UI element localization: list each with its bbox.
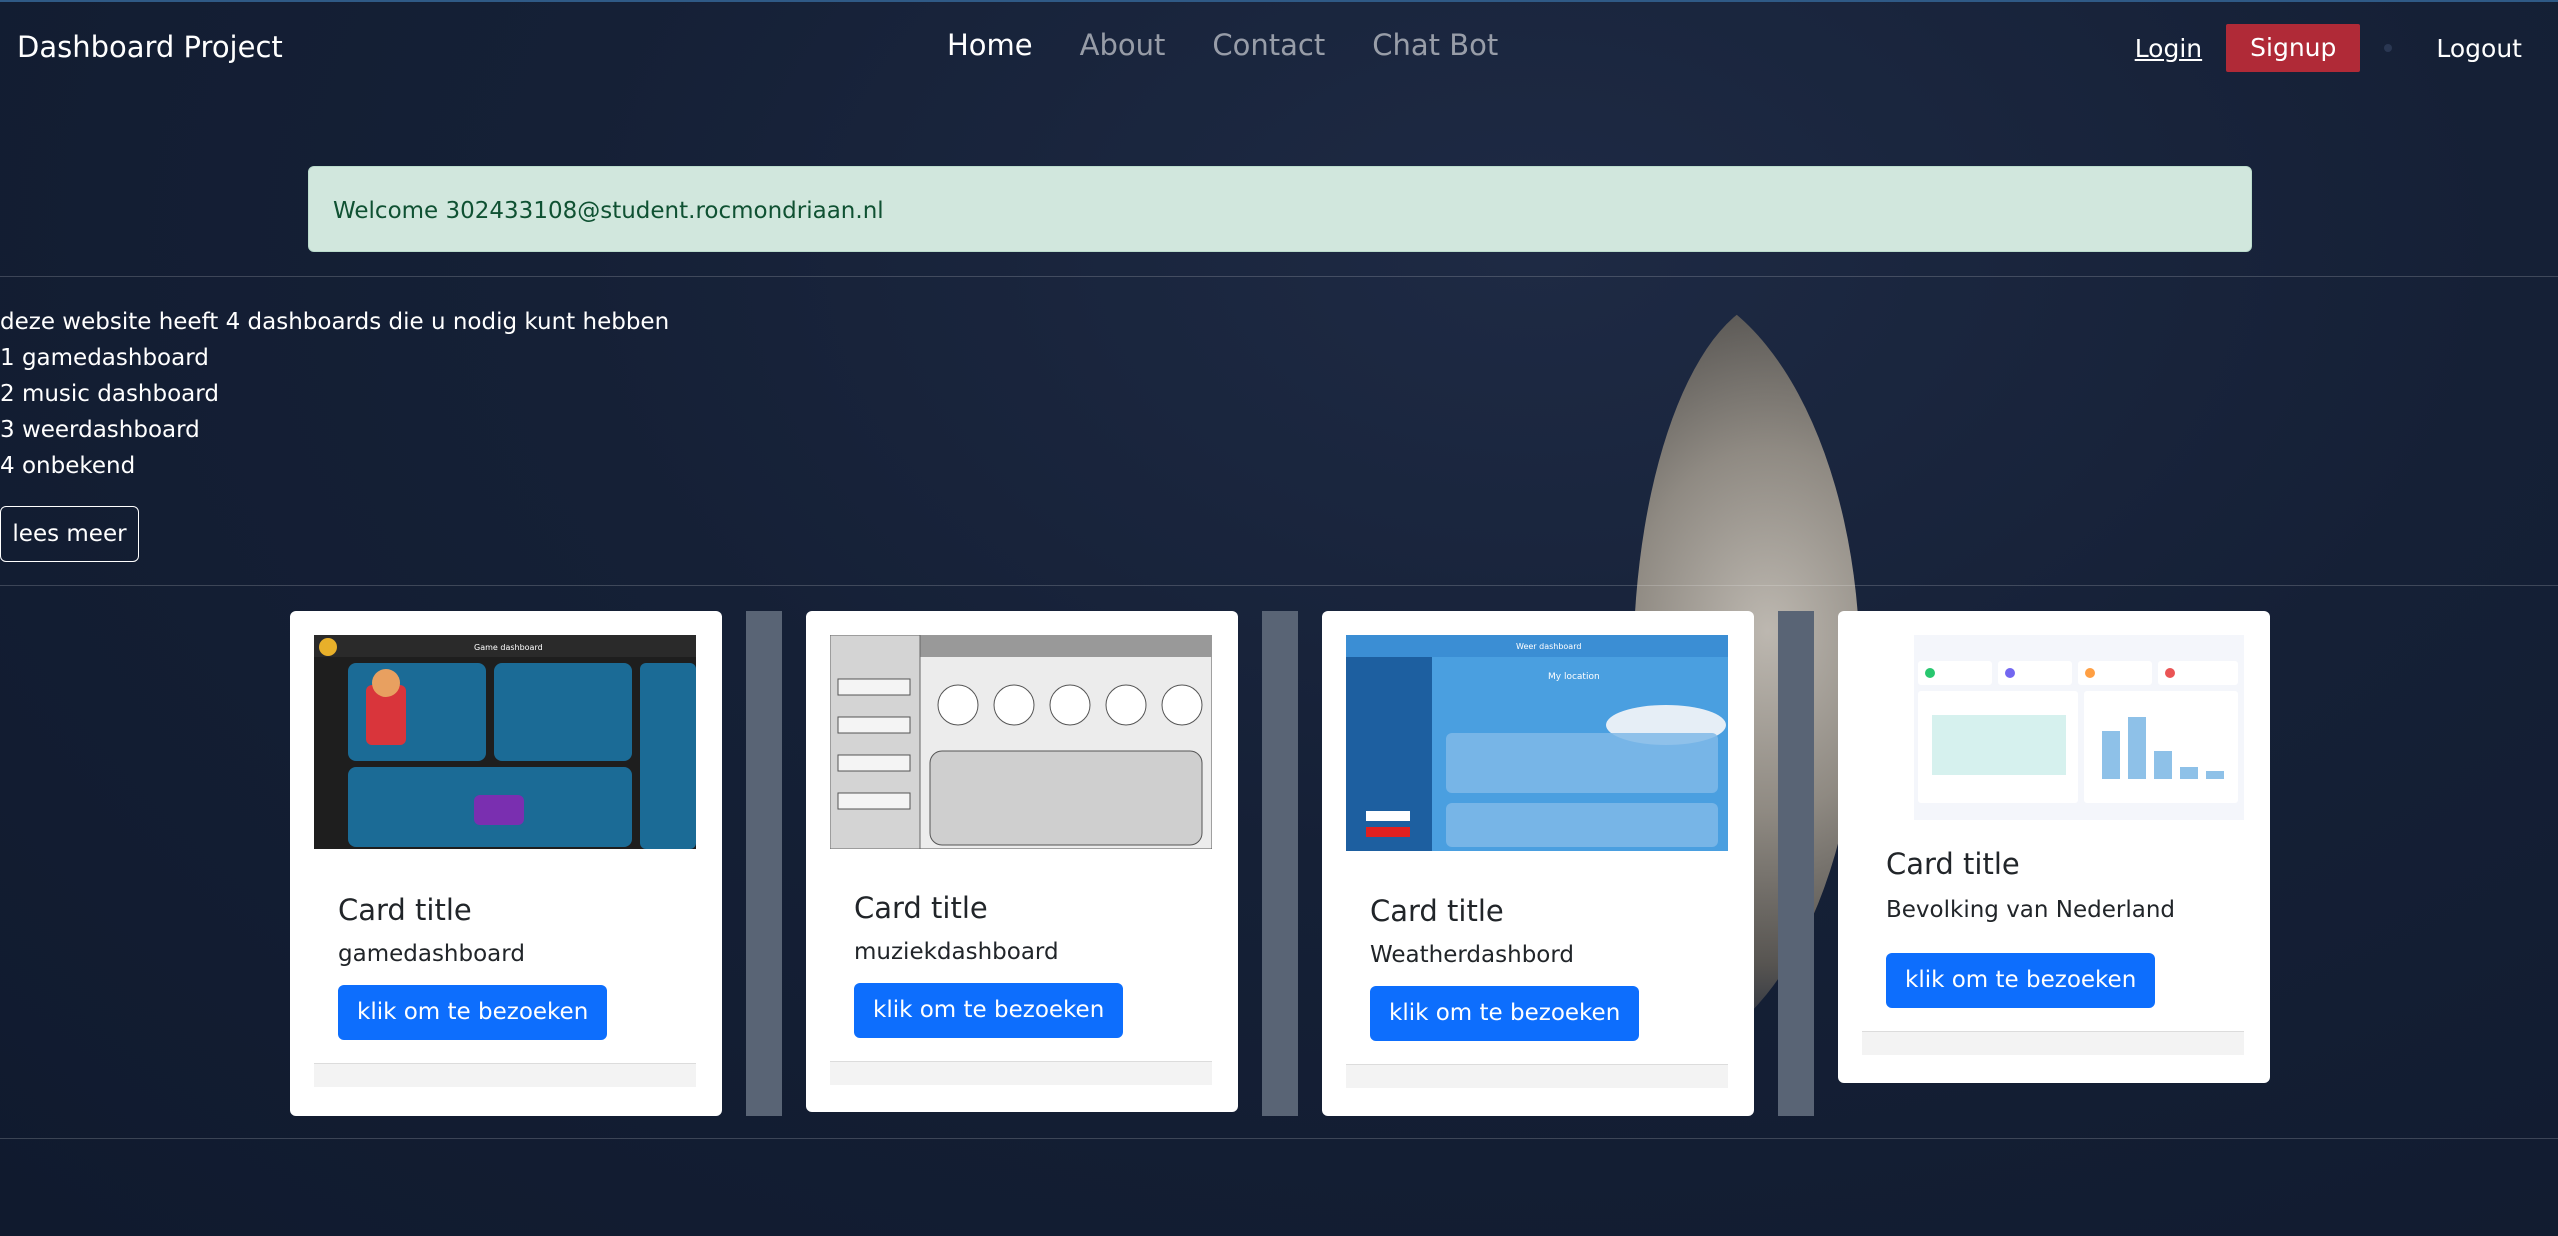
card-image-muziekdashboard [830, 635, 1212, 849]
intro-line: 4 onbekend [0, 453, 136, 479]
card-title: Card title [854, 891, 988, 925]
card-title: Card title [1886, 847, 2020, 881]
divider-top [0, 276, 2558, 277]
logout-link[interactable]: Logout [2436, 34, 2522, 63]
intro-line: 1 gamedashboard [0, 345, 209, 371]
welcome-message: Welcome 302433108@student.rocmondriaan.n… [333, 198, 884, 224]
divider-middle [0, 585, 2558, 586]
card-title: Card title [1370, 894, 1504, 928]
intro-line: deze website heeft 4 dashboards die u no… [0, 309, 670, 335]
card-spacer [1262, 611, 1298, 1116]
card-image-gamedashboard: Game dashboard [314, 635, 696, 849]
navbar-brand[interactable]: Dashboard Project [17, 30, 283, 64]
card-spacer [1778, 611, 1814, 1116]
card-title: Card title [338, 893, 472, 927]
login-link[interactable]: Login [2135, 34, 2202, 63]
thumb-title-game: Game dashboard [474, 643, 543, 652]
card-text: Bevolking van Nederland [1886, 897, 2176, 923]
card-weatherdashbord: Weer dashboard My location Card title We… [1322, 611, 1754, 1116]
card-text: muziekdashboard [854, 939, 1059, 965]
card-image-weatherdashbord: Weer dashboard My location [1346, 635, 1728, 851]
welcome-alert: Welcome 302433108@student.rocmondriaan.n… [308, 166, 2252, 252]
visit-button-muziekdashboard[interactable]: klik om te bezoeken [854, 983, 1124, 1038]
nav-link-chat-bot[interactable]: Chat Bot [1372, 28, 1498, 62]
intro-text: deze website heeft 4 dashboards die u no… [0, 304, 669, 484]
visit-button-gamedashboard[interactable]: klik om te bezoeken [338, 985, 608, 1040]
nav-link-contact[interactable]: Contact [1212, 28, 1325, 62]
thumb-location: My location [1548, 672, 1600, 682]
intro-line: 3 weerdashboard [0, 417, 200, 443]
card-bevolking: Card title Bevolking van Nederland klik … [1838, 611, 2270, 1083]
card-text: gamedashboard [338, 941, 525, 967]
lees-meer-button[interactable]: lees meer [0, 506, 139, 562]
visit-button-weatherdashbord[interactable]: klik om te bezoeken [1370, 986, 1640, 1041]
card-spacer [746, 611, 782, 1116]
nav-links: Home About Contact Chat Bot [947, 28, 1498, 62]
card-image-bevolking [1862, 635, 2244, 820]
card-footer [1346, 1064, 1728, 1088]
card-gamedashboard: Game dashboard Card title gamedashboard … [290, 611, 722, 1116]
nav-link-about[interactable]: About [1080, 28, 1166, 62]
divider-bottom [0, 1138, 2558, 1139]
card-footer [830, 1061, 1212, 1085]
auth-links: Login Signup Logout [2135, 24, 2558, 72]
card-footer [314, 1063, 696, 1087]
visit-button-bevolking[interactable]: klik om te bezoeken [1886, 953, 2156, 1008]
navbar: Dashboard Project Home About Contact Cha… [0, 2, 2558, 96]
signup-button[interactable]: Signup [2226, 24, 2361, 72]
card-muziekdashboard: Card title muziekdashboard klik om te be… [806, 611, 1238, 1112]
separator-dot [2384, 44, 2393, 52]
card-footer [1862, 1031, 2244, 1055]
card-text: Weatherdashbord [1370, 942, 1575, 968]
nav-link-home[interactable]: Home [947, 28, 1033, 62]
intro-line: 2 music dashboard [0, 381, 219, 407]
thumb-title-weather: Weer dashboard [1516, 642, 1581, 651]
